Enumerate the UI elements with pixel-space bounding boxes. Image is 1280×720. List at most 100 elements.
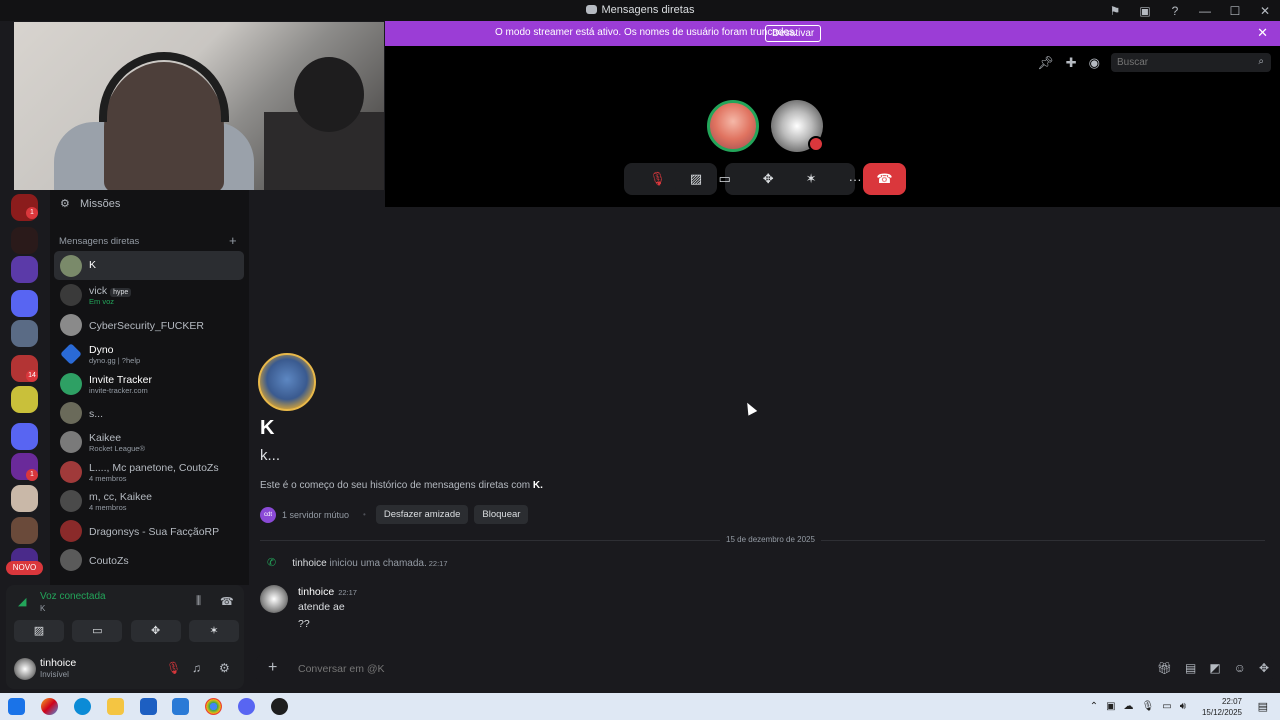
soundboard-icon[interactable]: ✶ — [188, 620, 239, 642]
profile-icon[interactable]: ◉ — [1089, 55, 1100, 71]
gift-icon[interactable]: 🎁︎ — [1157, 661, 1172, 675]
mutual-server-avatar: cdt — [260, 506, 276, 523]
mutual-servers[interactable]: 1 servidor mútuo — [282, 510, 349, 520]
dm-item-dragonsys[interactable]: Dragonsys - Sua FacçãoRP — [54, 516, 244, 545]
file-explorer-icon[interactable] — [107, 698, 124, 715]
server-icon[interactable] — [11, 485, 38, 512]
user-name[interactable]: tinhoice — [40, 657, 76, 669]
camera-off-icon[interactable]: ▨ — [690, 171, 702, 187]
chrome-icon[interactable] — [205, 698, 222, 715]
intro-text: Este é o começo do seu histórico de mens… — [260, 480, 533, 491]
avatar[interactable] — [14, 658, 36, 680]
disable-streamer-button[interactable]: Desativar — [765, 25, 822, 42]
dm-item-invite-tracker[interactable]: Invite Tracker invite-tracker.com — [54, 369, 244, 398]
gif-icon[interactable]: ▤ — [1185, 661, 1196, 675]
mic-muted-icon[interactable]: 🎙︎ — [649, 171, 666, 187]
webcam-headset — [99, 52, 229, 122]
discord-icon[interactable] — [238, 698, 255, 715]
inbox-icon[interactable]: ▣ — [1130, 4, 1160, 18]
banner-close-icon[interactable]: ✕ — [1257, 25, 1268, 41]
server-icon[interactable] — [11, 256, 38, 283]
message-author: tinhoice 22:17 — [298, 586, 357, 598]
hangup-button[interactable]: ☎ — [863, 163, 906, 195]
attach-plus-icon[interactable]: + — [268, 659, 277, 677]
dm-item-coutozs[interactable]: CoutoZs — [54, 545, 244, 574]
search-input[interactable] — [1111, 53, 1271, 72]
headphones-icon[interactable]: ♫ — [192, 661, 201, 675]
activities-icon[interactable]: ✥ — [130, 620, 181, 642]
server-folder-icon[interactable] — [11, 423, 38, 450]
intro-name: K. — [532, 480, 543, 491]
minimize-icon[interactable]: — — [1190, 4, 1220, 18]
dm-name: CoutoZs — [89, 554, 129, 567]
server-icon[interactable] — [11, 320, 38, 347]
sticker-icon[interactable]: ◩ — [1209, 661, 1220, 675]
clock[interactable]: 22:07 15/12/2025 — [1202, 696, 1242, 718]
message-line: atende ae — [298, 601, 345, 613]
server-icon[interactable] — [11, 227, 38, 254]
obs-icon[interactable] — [271, 698, 288, 715]
gear-icon[interactable]: ⚙ — [219, 661, 230, 675]
new-dm-icon[interactable]: + — [229, 233, 237, 248]
chevron-up-icon[interactable]: ⌃ — [1090, 701, 1098, 712]
edge-icon[interactable] — [74, 698, 91, 715]
activities-icon[interactable]: ✥ — [763, 171, 774, 187]
microphone-icon[interactable]: 🎙︎ — [1142, 701, 1155, 712]
network-icon[interactable]: ▭ — [1162, 701, 1171, 712]
block-button[interactable]: Bloquear — [474, 505, 529, 524]
volume-icon[interactable]: 🔊︎ — [1180, 701, 1186, 712]
more-icon[interactable]: ··· — [849, 172, 862, 187]
start-icon[interactable] — [8, 698, 25, 715]
date-label: 15 de dezembro de 2025 — [720, 535, 821, 544]
notification-icon[interactable]: ▤ — [1258, 700, 1268, 713]
signal-icon[interactable]: ◢ — [18, 595, 26, 608]
onedrive-icon[interactable]: ☁ — [1124, 701, 1134, 712]
author-name[interactable]: tinhoice — [298, 586, 334, 598]
window-controls: ⚑ ▣ ? — ☐ ✕ — [1100, 0, 1280, 21]
avatar[interactable] — [258, 353, 316, 411]
dm-item-vick[interactable]: vick hype Em voz — [54, 280, 244, 309]
noise-suppression-icon[interactable]: ⫼ — [196, 595, 201, 608]
server-icon[interactable] — [11, 386, 38, 413]
dm-item-cybersecurity[interactable]: CyberSecurity_FUCKER — [54, 310, 244, 339]
maximize-icon[interactable]: ☐ — [1220, 4, 1250, 18]
voice-title[interactable]: Voz conectada — [40, 591, 106, 602]
clock-date: 15/12/2025 — [1201, 708, 1242, 717]
soundboard-icon[interactable]: ✶ — [806, 171, 817, 187]
dm-sub: Em voz — [89, 297, 115, 307]
pin-icon[interactable]: 📌︎ — [1037, 55, 1054, 71]
call-user[interactable]: tinhoice — [292, 558, 326, 569]
server-icon[interactable] — [11, 517, 38, 544]
dm-item-s[interactable]: s... — [54, 398, 244, 427]
unfriend-button[interactable]: Desfazer amizade — [375, 505, 469, 524]
disconnect-icon[interactable]: ☎ — [220, 595, 234, 608]
screen-share-icon[interactable]: ▭ — [718, 171, 730, 187]
avatar[interactable] — [260, 585, 288, 613]
server-folder-icon[interactable] — [11, 290, 38, 317]
copilot-icon[interactable] — [41, 698, 58, 715]
system-tray: ⌃ ▣ ☁ 🎙︎ ▭ 🔊︎ — [1090, 701, 1186, 712]
dm-item-group-1[interactable]: L...., Mc panetone, CoutoZs 4 membros — [54, 457, 244, 486]
close-icon[interactable]: ✕ — [1250, 4, 1280, 18]
dm-item-group-2[interactable]: m, cc, Kaikee 4 membros — [54, 486, 244, 515]
flag-icon[interactable]: ⚑ — [1100, 4, 1130, 18]
store-icon[interactable] — [140, 698, 157, 715]
chat-area: K k... Este é o começo do seu histórico … — [249, 207, 1280, 693]
emoji-icon[interactable]: ☺ — [1234, 661, 1246, 675]
server-badge: 1 — [26, 469, 38, 481]
missions-item[interactable]: ⚙ Missões — [60, 197, 120, 210]
dm-item-k[interactable]: K — [54, 251, 244, 281]
call-participant-avatar[interactable] — [707, 100, 759, 152]
mic-muted-icon[interactable]: 🎙︎ — [166, 661, 181, 675]
camera-off-icon[interactable]: ▨ — [14, 620, 64, 642]
dm-item-kaikee[interactable]: Kaikee Rocket League® — [54, 427, 244, 456]
outlook-icon[interactable] — [172, 698, 189, 715]
avatar — [60, 401, 82, 424]
screen-share-icon[interactable]: ▭ — [72, 620, 123, 642]
add-friend-icon[interactable]: ✚ — [1066, 55, 1077, 71]
dm-item-dyno[interactable]: Dyno dyno.gg | ?help — [54, 339, 244, 368]
help-icon[interactable]: ? — [1160, 4, 1190, 18]
tray-app-icon[interactable]: ▣ — [1106, 701, 1115, 712]
message-input[interactable] — [298, 663, 998, 675]
apps-icon[interactable]: ✥ — [1259, 661, 1269, 675]
